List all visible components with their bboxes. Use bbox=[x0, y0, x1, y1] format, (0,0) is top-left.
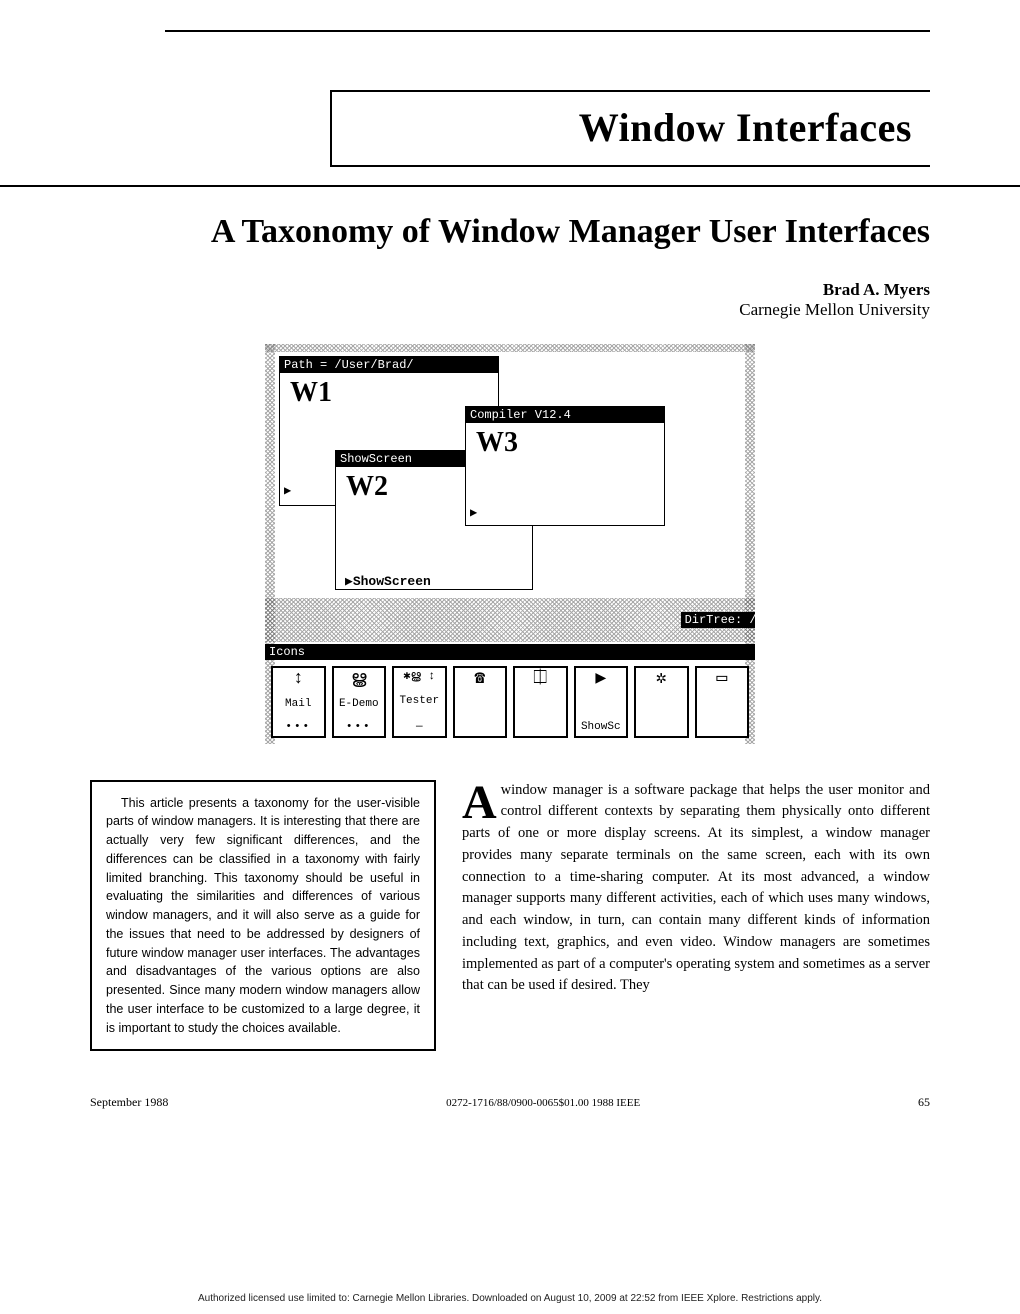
icon-phone: ☎ bbox=[453, 666, 508, 738]
rule-under-series bbox=[0, 185, 1020, 187]
icons-row: ↕ Mail ••• ൠ E-Demo ••• ✱ൠ ↕ Tester — bbox=[265, 660, 755, 744]
icon-label: Mail bbox=[285, 698, 311, 710]
series-box: Window Interfaces bbox=[330, 90, 930, 167]
window-w1-titlebar: Path = /User/Brad/ bbox=[280, 357, 498, 373]
play-icon: ▶ bbox=[595, 670, 606, 688]
icon-window: ▭ bbox=[695, 666, 750, 738]
icon-sub: — bbox=[416, 721, 423, 733]
dropcap: A bbox=[462, 780, 501, 822]
footer-date: September 1988 bbox=[90, 1095, 168, 1110]
icon-glyph: ✱ൠ ↕ bbox=[403, 670, 435, 682]
abstract-text: This article presents a taxonomy for the… bbox=[106, 794, 420, 1038]
author-name: Brad A. Myers bbox=[90, 280, 930, 300]
dirtree-titlebar: DirTree: /Sa bbox=[681, 612, 755, 628]
arrow-icon: ▶ bbox=[470, 505, 477, 519]
window-w3-titlebar: Compiler V12.4 bbox=[466, 407, 664, 423]
page-number: 65 bbox=[918, 1095, 930, 1110]
icon-tester: ✱ൠ ↕ Tester — bbox=[392, 666, 447, 738]
arrow-icon: ▶ bbox=[284, 483, 291, 497]
icons-bar-title: Icons bbox=[265, 644, 755, 660]
phone-icon: ☎ bbox=[474, 670, 485, 688]
body-column: A window manager is a software package t… bbox=[462, 780, 930, 1052]
icon-showsc: ▶ ShowSc bbox=[574, 666, 629, 738]
icon-floppy: ⎅ bbox=[513, 666, 568, 738]
author-block: Brad A. Myers Carnegie Mellon University bbox=[90, 280, 930, 320]
article-title: A Taxonomy of Window Manager User Interf… bbox=[170, 211, 930, 254]
series-title: Window Interfaces bbox=[346, 104, 912, 151]
license-footer: Authorized licensed use limited to: Carn… bbox=[0, 1293, 1020, 1304]
icon-glyph: ൠ bbox=[351, 670, 367, 688]
icon-glyph: ↕ bbox=[293, 670, 304, 688]
window-w3-label: W3 bbox=[466, 423, 664, 463]
window-w3: Compiler V12.4 W3 ▶ bbox=[465, 406, 665, 526]
icon-mail: ↕ Mail ••• bbox=[271, 666, 326, 738]
icon-label: Tester bbox=[399, 695, 439, 707]
icon-label: E-Demo bbox=[339, 698, 379, 710]
abstract-box: This article presents a taxonomy for the… bbox=[90, 780, 436, 1052]
icons-bar: Icons ↕ Mail ••• ൠ E-Demo ••• ✱ൠ ↕ Teste bbox=[265, 644, 755, 744]
icon-gear: ✲ bbox=[634, 666, 689, 738]
figure-illustration: Path = /User/Brad/ W1 ▶ ShowScreen W2 ▶S… bbox=[265, 344, 755, 744]
page-footer: September 1988 0272-1716/88/0900-0065$01… bbox=[90, 1095, 930, 1110]
author-affiliation: Carnegie Mellon University bbox=[90, 300, 930, 320]
window-icon: ▭ bbox=[716, 670, 727, 688]
icon-sub: ••• bbox=[346, 721, 372, 733]
body-text: window manager is a software package tha… bbox=[462, 782, 930, 994]
footer-copyright: 0272-1716/88/0900-0065$01.00 1988 IEEE bbox=[446, 1097, 640, 1109]
noise-decor bbox=[265, 344, 755, 352]
floppy-icon: ⎅ bbox=[533, 670, 547, 688]
showscreen-ground-label: ▶ShowScreen bbox=[345, 574, 431, 589]
gear-icon: ✲ bbox=[656, 670, 667, 688]
rule-top bbox=[165, 30, 930, 32]
icon-edemo: ൠ E-Demo ••• bbox=[332, 666, 387, 738]
icon-label: ShowSc bbox=[581, 721, 621, 733]
icon-sub: ••• bbox=[285, 721, 311, 733]
